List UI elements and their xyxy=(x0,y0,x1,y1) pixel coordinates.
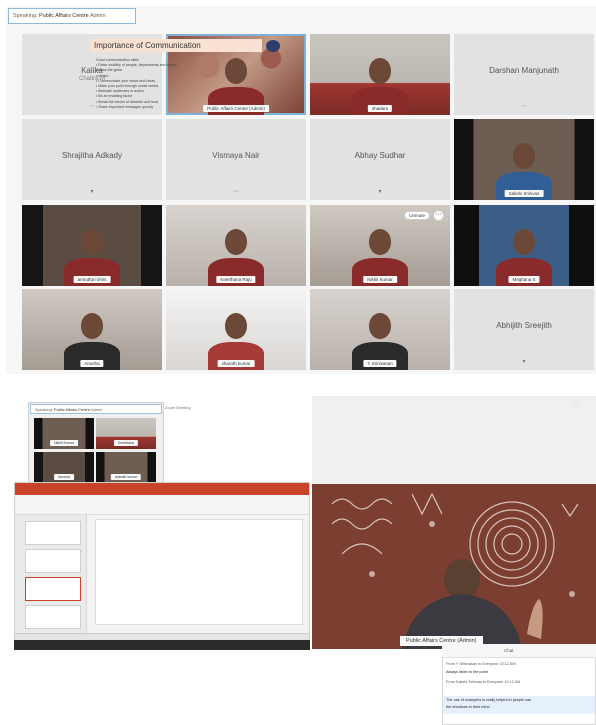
mini-window-title: Zoom Meeting xyxy=(165,405,191,410)
participant-head xyxy=(224,229,248,255)
participant-name: Abhijith Sreejith xyxy=(496,321,552,331)
participant-name-tag: sharath kumar xyxy=(217,360,255,367)
speaking-name: Public Affairs Centre xyxy=(39,13,89,19)
participant-tile[interactable]: sharath kumar xyxy=(166,289,306,370)
participant-name: Shrajitha Adkady xyxy=(61,151,123,161)
taskbar xyxy=(14,640,310,650)
slide-thumbnail-selected[interactable] xyxy=(25,577,81,601)
mini-participant-name-tag: sharath kumar xyxy=(110,474,142,480)
organization-logo-icon xyxy=(266,40,280,52)
mini-speaking-name: Public Affairs Centre xyxy=(53,407,91,412)
mic-muted-icon: ▾ xyxy=(90,189,94,195)
participant-head xyxy=(80,313,104,339)
mic-muted-icon: ⋯ xyxy=(233,189,239,195)
mini-participant-name-tag: Nikhil Kumar xyxy=(50,440,78,446)
participant-tile[interactable]: Darshan Manjunath ⋯ xyxy=(454,34,594,115)
participant-tile[interactable]: Keerthana Raju xyxy=(166,205,306,286)
chat-message-sender: From Sakshi Srinivas to Everyone 10:12 A… xyxy=(446,680,521,684)
participant-tile[interactable]: Sakshi Srinivas xyxy=(454,119,594,200)
participant-name-tag: Meghana S xyxy=(508,276,540,283)
speaking-label: Speaking: xyxy=(13,13,38,19)
participant-tile[interactable]: amrutha rohini xyxy=(22,205,162,286)
mini-participant-tile[interactable]: Anusha xyxy=(34,452,94,483)
participant-tile[interactable]: Y Srinivasan xyxy=(310,289,450,370)
participant-name: Abhay Sudhar xyxy=(354,151,406,161)
slide-thumbnail-pane[interactable] xyxy=(15,515,87,633)
participant-name-tag: Keerthana Raju xyxy=(216,276,256,283)
participant-tile[interactable]: Abhay Sudhar ▾ xyxy=(310,119,450,200)
slide-thumbnail[interactable] xyxy=(25,521,81,545)
chat-message-text: The use of examples is really helpful to… xyxy=(446,698,532,702)
participant-head xyxy=(368,313,392,339)
chat-title: Chat xyxy=(504,648,514,653)
speaker-view-background xyxy=(312,396,596,484)
mic-muted-icon: ⋯ xyxy=(521,104,527,110)
speaker-video: Public Affairs Centre (Admin) xyxy=(312,484,596,649)
mini-participant-tile[interactable]: Keerthana xyxy=(96,418,156,449)
participant-head xyxy=(512,143,536,169)
mini-participant-tile[interactable]: sharath kumar xyxy=(96,452,156,483)
mini-active-speaker-indicator: Speaking: Public Affairs Centre Admin xyxy=(30,404,162,414)
mini-participant-name-tag: Anusha xyxy=(54,474,74,480)
view-toggle[interactable]: ⋯ xyxy=(574,400,578,405)
slide-thumbnail[interactable] xyxy=(25,549,81,573)
participant-tile[interactable]: shadaru xyxy=(310,34,450,115)
slide-thumbnail[interactable] xyxy=(25,605,81,629)
chat-message-text: Always listen to the point xyxy=(446,670,488,674)
more-options-icon[interactable]: ⋯ xyxy=(433,210,444,221)
speaking-suffix: Admin xyxy=(89,13,106,19)
participant-name-tag: Sakshi Srinivas xyxy=(504,190,544,197)
mini-speaking-label: Speaking: xyxy=(35,407,53,412)
active-speaker-indicator: Speaking: Public Affairs Centre Admin xyxy=(8,8,136,24)
participant-head xyxy=(224,313,248,339)
participant-tile[interactable]: Shrajitha Adkady ▾ xyxy=(22,119,162,200)
participant-name-tag: Y Srinivasan xyxy=(363,360,397,367)
unmute-button[interactable]: Unmute xyxy=(404,211,430,220)
slide-bullet-list: Good communication skills • Raise visibil… xyxy=(96,58,276,110)
participant-head xyxy=(512,229,536,255)
mic-muted-icon: ▾ xyxy=(378,189,382,195)
mic-muted-icon: ⋯ xyxy=(89,104,95,110)
mic-muted-icon: ▾ xyxy=(522,359,526,365)
slide-title: Importance of Communication xyxy=(94,41,201,50)
mini-participant-tile[interactable]: Nikhil Kumar xyxy=(34,418,94,449)
participant-name: Darshan Manjunath xyxy=(489,66,559,76)
chat-header xyxy=(442,644,596,658)
slide-bullet: • Share important messages quickly xyxy=(96,104,154,109)
participant-tile[interactable]: Vismaya Nair ⋯ xyxy=(166,119,306,200)
ppt-title-bar xyxy=(15,483,309,495)
participant-tile[interactable]: Nikhil Kumar Unmute ⋯ xyxy=(310,205,450,286)
speaker-video-frame xyxy=(312,484,596,649)
participant-name-tag: Anusha xyxy=(80,360,104,367)
mini-participant-name-tag: Keerthana xyxy=(113,440,139,446)
participant-name: Vismaya Nair xyxy=(212,151,260,161)
chat-message-text: the emotions in their mind xyxy=(446,705,490,709)
slide-canvas[interactable] xyxy=(95,519,303,625)
participant-name-tag: Nikhil Kumar xyxy=(363,276,397,283)
participant-head xyxy=(368,229,392,255)
mini-speaking-suffix: Admin xyxy=(90,407,103,412)
participant-head xyxy=(368,58,392,84)
participant-name-tag: amrutha rohini xyxy=(73,276,111,283)
ppt-ribbon-toolbar[interactable] xyxy=(15,495,309,515)
participant-name-tag: shadaru xyxy=(367,105,393,112)
participant-tile[interactable]: Anusha xyxy=(22,289,162,370)
participant-tile[interactable]: Meghana S xyxy=(454,205,594,286)
chat-message-sender: From Y Srinivasan to Everyone 10:12 AM xyxy=(446,662,516,666)
powerpoint-window[interactable] xyxy=(14,482,310,648)
participant-head xyxy=(80,229,104,255)
participant-tile[interactable]: Abhijith Sreejith ▾ xyxy=(454,289,594,370)
